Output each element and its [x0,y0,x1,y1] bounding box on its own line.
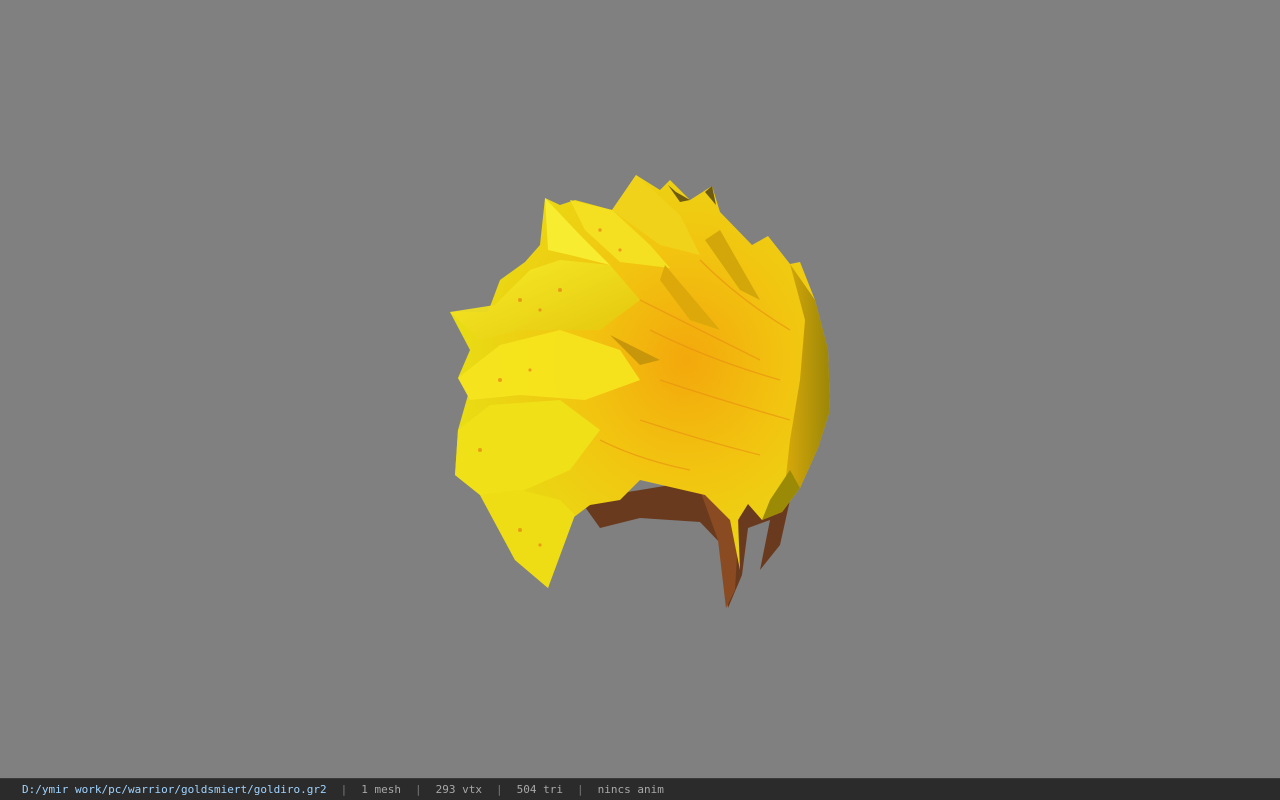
status-separator: | [496,783,503,796]
status-bar: D:/ymir work/pc/warrior/goldsmiert/goldi… [0,778,1280,800]
vertex-count-label: 293 vtx [435,783,482,796]
3d-viewport[interactable] [0,0,1280,778]
file-path-label: D:/ymir work/pc/warrior/goldsmiert/goldi… [22,783,327,796]
status-separator: | [576,783,584,796]
mesh-count-label: 1 mesh [361,783,402,796]
spiky-blonde-hair-model-icon [450,175,830,608]
status-separator: | [340,783,348,796]
triangle-count-label: 504 tri [516,783,563,796]
status-separator: | [415,783,422,796]
animation-status-label: nincs anim [597,783,664,796]
